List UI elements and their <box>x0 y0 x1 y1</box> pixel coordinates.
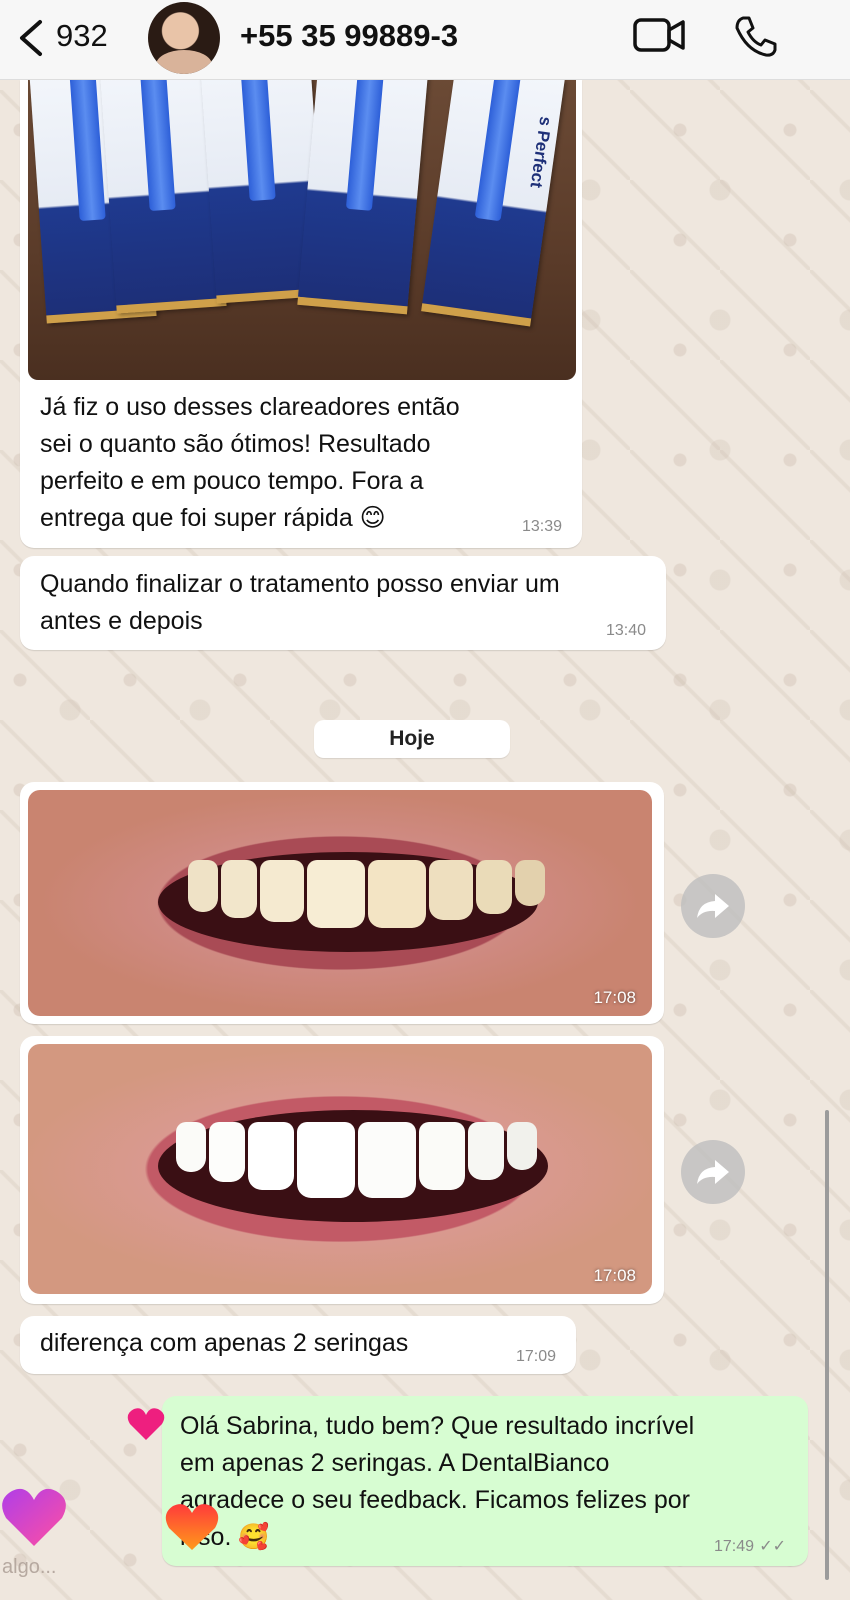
message-time: 13:40 <box>605 622 646 639</box>
unread-count[interactable]: 932 <box>56 18 108 54</box>
photo-time: 17:08 <box>593 988 636 1007</box>
pack-brand: s Perfect <box>526 115 556 190</box>
scrollbar-thumb[interactable] <box>825 1110 829 1580</box>
photo-time: 17:08 <box>593 1266 636 1285</box>
text-line: entrega que foi super rápida 😊 <box>40 504 386 532</box>
text-line: isso. 🥰 <box>180 1523 270 1551</box>
photo-after[interactable]: 17:08 <box>28 1044 652 1294</box>
product-pack: s Perfect <box>421 80 565 327</box>
text-line: Quando finalizar o tratamento posso envi… <box>40 570 560 598</box>
read-receipt-icon: ✓✓ <box>759 1538 786 1555</box>
phone-icon <box>735 16 777 57</box>
text-line: perfeito e em pouco tempo. Fora a <box>40 467 424 495</box>
message-text: diferença com apenas 2 seringas <box>40 1329 409 1357</box>
contact-avatar[interactable] <box>148 2 220 74</box>
video-call-button[interactable] <box>633 16 685 54</box>
text-line: sei o quanto são ótimos! Resultado <box>40 430 431 458</box>
message-bubble-photo-after[interactable]: 17:08 <box>20 1036 664 1304</box>
voice-call-button[interactable] <box>733 14 777 58</box>
text-line: em apenas 2 seringas. A DentalBianco <box>180 1449 610 1477</box>
message-bubble-product[interactable]: s Perfect Já fiz o uso desses clareadore… <box>20 80 582 548</box>
message-bubble-reply[interactable]: Olá Sabrina, tudo bem? Que resultado inc… <box>162 1396 808 1566</box>
text-line: Olá Sabrina, tudo bem? Que resultado inc… <box>180 1412 695 1440</box>
pink-heart-icon <box>127 1408 165 1440</box>
chevron-left-icon <box>20 20 42 56</box>
forward-icon <box>697 894 729 918</box>
forward-button[interactable] <box>681 874 745 938</box>
text-line: agradece o seu feedback. Ficamos felizes… <box>180 1486 690 1514</box>
back-button[interactable] <box>12 16 52 60</box>
date-separator: Hoje <box>314 720 510 758</box>
product-pack <box>297 80 429 315</box>
video-call-icon <box>633 18 685 52</box>
product-photo[interactable]: s Perfect <box>28 80 576 380</box>
message-text: Quando finalizar o tratamento posso envi… <box>40 566 560 640</box>
forward-button[interactable] <box>681 1140 745 1204</box>
message-time: 13:39 <box>521 518 562 535</box>
orange-heart-icon <box>165 1504 219 1550</box>
photo-before[interactable]: 17:08 <box>28 790 652 1016</box>
message-text: Já fiz o uso desses clareadores então se… <box>40 389 460 537</box>
message-text: Olá Sabrina, tudo bem? Que resultado inc… <box>180 1408 694 1556</box>
typing-overlay-text: algo... <box>2 1556 57 1578</box>
text-line: antes e depois <box>40 607 203 635</box>
text-line: Já fiz o uso desses clareadores então <box>40 393 460 421</box>
message-time: 17:09 <box>515 1348 556 1365</box>
chat-header: 932 +55 35 99889-3 <box>0 0 850 80</box>
message-bubble-treatment[interactable]: Quando finalizar o tratamento posso envi… <box>20 556 666 650</box>
message-time: 17:49 <box>713 1538 754 1555</box>
message-bubble-photo-before[interactable]: 17:08 <box>20 782 664 1024</box>
forward-icon <box>697 1160 729 1184</box>
purple-heart-icon <box>2 1488 66 1546</box>
message-bubble-difference[interactable]: diferença com apenas 2 seringas 17:09 <box>20 1316 576 1374</box>
contact-name[interactable]: +55 35 99889-3 <box>240 18 458 54</box>
